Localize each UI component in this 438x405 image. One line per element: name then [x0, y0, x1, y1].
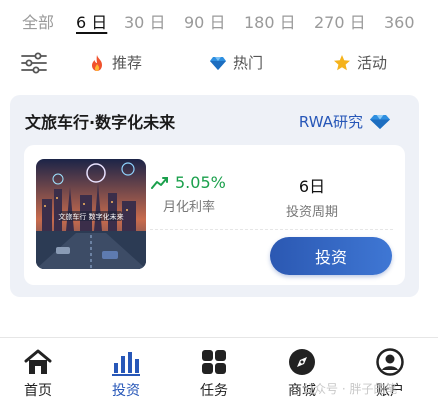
thumbnail-caption: 文旅车行 数字化未来	[58, 212, 123, 221]
filter-activity-label: 活动	[357, 54, 388, 72]
invest-button[interactable]: 投资	[270, 237, 392, 275]
nav-home[interactable]: 首页	[8, 348, 68, 400]
period-tab-90d[interactable]: 90 日	[184, 10, 225, 36]
product-thumbnail[interactable]: 文旅车行 数字化未来	[36, 159, 146, 269]
user-icon	[376, 348, 404, 376]
diamond-icon	[370, 114, 390, 129]
sliders-icon[interactable]	[20, 51, 48, 75]
rate-block: 5.05% 月化利率	[151, 173, 226, 215]
period-tab-180d[interactable]: 180 日	[244, 10, 296, 36]
product-detail-card[interactable]: 文旅车行 数字化未来 5.05% 月化利率 6日 投资周期 投资	[24, 145, 405, 285]
star-icon	[334, 54, 350, 70]
period-value: 6日	[298, 177, 326, 196]
city-illustration: 文旅车行 数字化未来	[36, 159, 146, 269]
nav-invest-label: 投资	[112, 383, 140, 399]
trend-up-icon	[151, 176, 168, 189]
nav-tasks[interactable]: 任务	[184, 348, 244, 400]
filter-activity[interactable]: 活动	[333, 52, 387, 73]
filter-recommend[interactable]: 推荐	[88, 52, 142, 73]
product-title: 文旅车行·数字化未来	[25, 113, 176, 132]
filter-hot[interactable]: 热门	[209, 52, 263, 73]
rate-label: 月化利率	[163, 200, 216, 215]
period-tabs: 全部 6 日 30 日 90 日 180 日 270 日 360	[0, 10, 438, 38]
filter-hot-label: 热门	[233, 54, 264, 72]
period-tab-30d[interactable]: 30 日	[124, 10, 165, 36]
bar-chart-icon	[112, 352, 140, 376]
compass-icon	[289, 349, 315, 375]
filter-row: 推荐 热门 活动	[0, 48, 438, 78]
nav-invest[interactable]: 投资	[96, 348, 156, 400]
product-tag[interactable]: RWA研究	[299, 111, 391, 132]
period-label: 投资周期	[285, 205, 338, 220]
grid-icon	[202, 350, 226, 374]
flame-icon	[92, 54, 102, 71]
watermark: 公众号 · 胖子的笔	[302, 382, 398, 396]
product-tag-label: RWA研究	[298, 113, 363, 131]
period-tab-360d[interactable]: 360	[384, 10, 415, 36]
home-icon	[24, 349, 52, 374]
period-tab-270d[interactable]: 270 日	[314, 10, 366, 36]
diamond-icon	[210, 56, 226, 70]
period-tab-6d[interactable]: 6 日	[76, 10, 107, 36]
divider	[150, 229, 393, 230]
nav-home-label: 首页	[24, 383, 52, 399]
rate-value: 5.05%	[175, 173, 226, 192]
period-tab-all[interactable]: 全部	[22, 10, 54, 36]
filter-recommend-label: 推荐	[112, 54, 143, 72]
period-block: 6日 投资周期	[282, 173, 342, 220]
nav-tasks-label: 任务	[200, 383, 228, 399]
product-card: 文旅车行·数字化未来 RWA研究 文旅车行 数字化未来 5.05% 月化利率 6…	[10, 95, 419, 297]
